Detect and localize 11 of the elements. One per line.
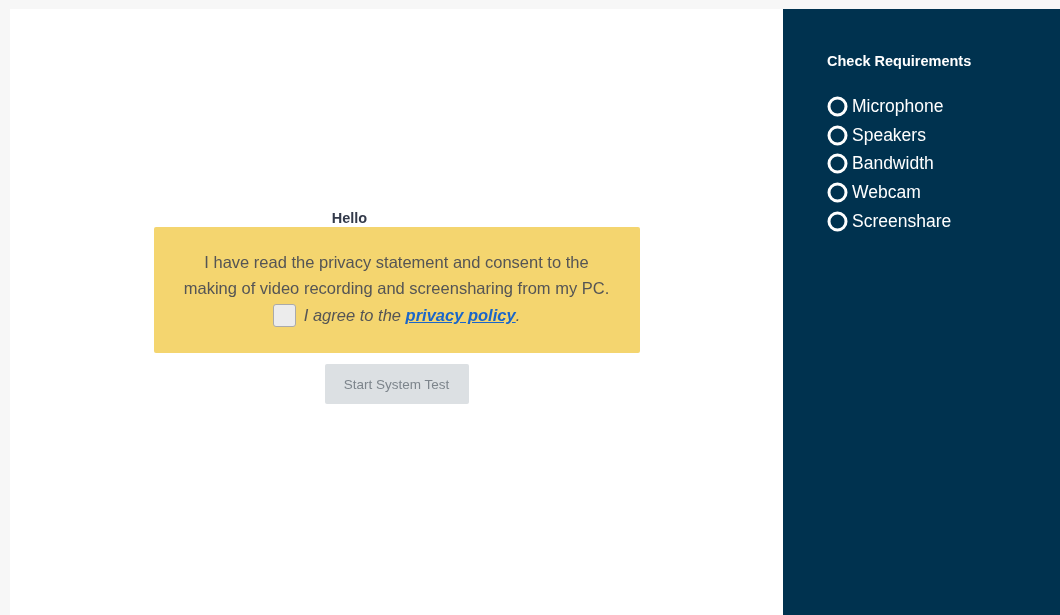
privacy-policy-link[interactable]: privacy policy	[405, 306, 516, 324]
greeting: Hello	[331, 210, 368, 226]
consent-statement: I have read the privacy statement and consent to the making of video recording and screensharing from my PC.	[183, 252, 610, 299]
requirement-label: Webcam	[852, 181, 921, 203]
requirement-label: Microphone	[852, 95, 944, 117]
requirement-label: Screenshare	[852, 210, 952, 232]
agree-checkbox[interactable]	[272, 304, 296, 327]
agree-label: I agree to the privacy policy.	[303, 306, 521, 325]
requirement-label: Speakers	[852, 124, 926, 146]
sidebar-title: Check Requirements	[827, 53, 973, 69]
requirement-label: Bandwidth	[852, 153, 934, 175]
